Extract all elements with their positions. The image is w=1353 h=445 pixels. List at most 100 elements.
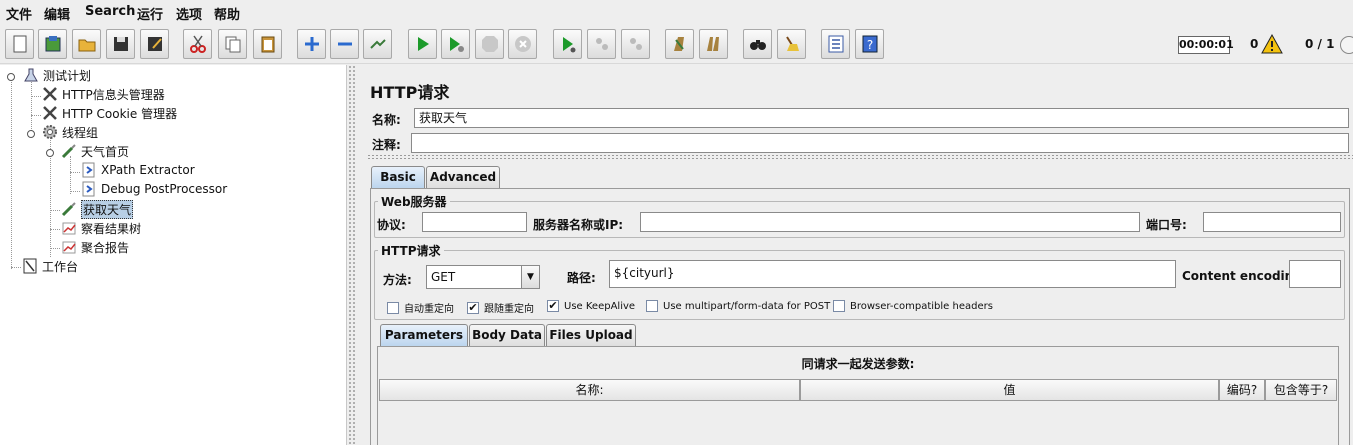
- start-no-pause-button[interactable]: [441, 29, 470, 59]
- help-button[interactable]: ?: [855, 29, 884, 59]
- http-request-panel: HTTP请求 名称: 获取天气 注释: Basic Advanced Web服务…: [367, 76, 1353, 445]
- menu-edit[interactable]: 编辑: [44, 4, 70, 23]
- test-plan-tree: 测试计划 HTTP信息头管理器 HTTP Cookie 管理器 线程组 天气首页…: [0, 65, 347, 445]
- remote-stop-icon: [595, 38, 608, 50]
- listener-icon: [60, 220, 78, 236]
- error-count: 0: [1250, 37, 1259, 51]
- tree-toggle-thread-group[interactable]: [27, 130, 35, 138]
- warning-icon[interactable]: [1261, 33, 1283, 57]
- tree-node-xpath-extractor[interactable]: XPath Extractor: [80, 161, 195, 179]
- save-button[interactable]: [106, 29, 135, 59]
- remote-stop-button[interactable]: [587, 29, 616, 59]
- running-indicator-icon: [1340, 36, 1353, 54]
- menu-help[interactable]: 帮助: [214, 4, 240, 23]
- params-table-body[interactable]: [379, 401, 1337, 445]
- templates-button[interactable]: [38, 29, 67, 59]
- cut-button[interactable]: [183, 29, 212, 59]
- cut-icon: [189, 35, 206, 53]
- method-select[interactable]: GET ▼: [426, 265, 540, 289]
- menu-run[interactable]: 运行: [137, 4, 163, 23]
- workbench-icon: [21, 258, 39, 274]
- remote-shutdown-button[interactable]: [621, 29, 650, 59]
- menu-options[interactable]: 选项: [176, 4, 202, 23]
- clear-all-icon: [706, 37, 719, 51]
- tree-node-view-results-tree[interactable]: 察看结果树: [60, 219, 141, 237]
- broom-icon: [785, 36, 799, 51]
- checkbox-box: ✔: [547, 299, 559, 312]
- expand-icon: [304, 37, 319, 51]
- name-field[interactable]: 获取天气: [414, 108, 1349, 128]
- reset-search-button[interactable]: [777, 29, 806, 59]
- collapse-button[interactable]: [330, 29, 359, 59]
- checkbox-box: ✔: [467, 300, 479, 314]
- tree-node-thread-group[interactable]: 线程组: [41, 123, 98, 141]
- clear-all-button[interactable]: [699, 29, 728, 59]
- column-header-value[interactable]: 值: [800, 379, 1219, 401]
- tree-node-get-weather[interactable]: 获取天气: [60, 199, 134, 219]
- paste-button[interactable]: [253, 29, 282, 59]
- follow-redirect-checkbox[interactable]: ✔ 跟随重定向: [467, 300, 534, 315]
- tree-node-weather-home[interactable]: 天气首页: [60, 142, 129, 160]
- chevron-down-icon[interactable]: ▼: [521, 266, 539, 288]
- sampler-icon: [60, 201, 78, 217]
- column-header-include-equals[interactable]: 包含等于?: [1265, 379, 1337, 401]
- stop-button[interactable]: [475, 29, 504, 59]
- gear-icon: [41, 124, 59, 140]
- tree-toggle-weather-home[interactable]: [46, 149, 54, 157]
- paste-icon: [261, 36, 274, 53]
- auto-redirect-checkbox[interactable]: 自动重定向: [387, 300, 454, 315]
- copy-button[interactable]: [218, 29, 247, 59]
- open-button[interactable]: [72, 29, 101, 59]
- toolbar: ? 00:00:01 0 0 / 1: [0, 26, 1353, 64]
- menu-file[interactable]: 文件: [6, 4, 32, 23]
- toggle-icon: [369, 39, 386, 49]
- column-header-name[interactable]: 名称:: [379, 379, 800, 401]
- keepalive-checkbox[interactable]: ✔ Use KeepAlive: [547, 300, 635, 312]
- config-tool-icon: [41, 86, 59, 102]
- test-plan-icon: [22, 67, 40, 83]
- tab-parameters[interactable]: Parameters: [380, 324, 468, 346]
- tree-toggle-test-plan[interactable]: [7, 73, 15, 81]
- expand-button[interactable]: [297, 29, 326, 59]
- function-helper-button[interactable]: [821, 29, 850, 59]
- path-field[interactable]: ${cityurl}: [609, 260, 1176, 288]
- start-no-pause-icon: [449, 37, 464, 52]
- splitter-handle[interactable]: [348, 65, 357, 445]
- new-button[interactable]: [5, 29, 34, 59]
- tab-basic[interactable]: Basic: [371, 166, 425, 188]
- config-tool-icon: [41, 105, 59, 121]
- shutdown-button[interactable]: [508, 29, 537, 59]
- browser-headers-checkbox[interactable]: Browser-compatible headers: [833, 300, 993, 312]
- templates-icon: [45, 36, 60, 52]
- search-button[interactable]: [743, 29, 772, 59]
- tab-body-data[interactable]: Body Data: [469, 324, 545, 346]
- menu-bar: 文件 编辑 Search 运行 选项 帮助: [0, 0, 1353, 26]
- toggle-button[interactable]: [363, 29, 392, 59]
- comment-field[interactable]: [411, 133, 1349, 153]
- multipart-checkbox[interactable]: Use multipart/form-data for POST: [646, 300, 830, 312]
- server-field[interactable]: [640, 212, 1140, 232]
- protocol-label: 协议:: [377, 218, 406, 232]
- port-field[interactable]: [1203, 212, 1341, 232]
- elapsed-timer: 00:00:01: [1178, 36, 1234, 54]
- tree-node-cookie-manager[interactable]: HTTP Cookie 管理器: [41, 104, 177, 122]
- remote-start-button[interactable]: [553, 29, 582, 59]
- params-heading: 同请求一起发送参数:: [801, 357, 915, 371]
- tree-node-workbench[interactable]: 工作台: [21, 257, 78, 275]
- protocol-field[interactable]: [422, 212, 527, 232]
- clear-button[interactable]: [665, 29, 694, 59]
- tree-node-test-plan[interactable]: 测试计划: [22, 66, 91, 84]
- save-as-button[interactable]: [140, 29, 169, 59]
- tree-node-aggregate-report[interactable]: 聚合报告: [60, 238, 129, 256]
- tree-node-header-manager[interactable]: HTTP信息头管理器: [41, 85, 165, 103]
- split-divider[interactable]: [367, 154, 1353, 160]
- tab-files-upload[interactable]: Files Upload: [546, 324, 636, 346]
- thread-count: 0 / 1: [1305, 37, 1335, 51]
- content-encoding-field[interactable]: [1289, 260, 1341, 288]
- column-header-encode[interactable]: 编码?: [1219, 379, 1265, 401]
- menu-search[interactable]: Search: [85, 4, 135, 19]
- tree-node-debug-postprocessor[interactable]: Debug PostProcessor: [80, 180, 227, 198]
- post-processor-icon: [80, 162, 98, 178]
- tab-advanced[interactable]: Advanced: [426, 166, 500, 188]
- start-button[interactable]: [408, 29, 437, 59]
